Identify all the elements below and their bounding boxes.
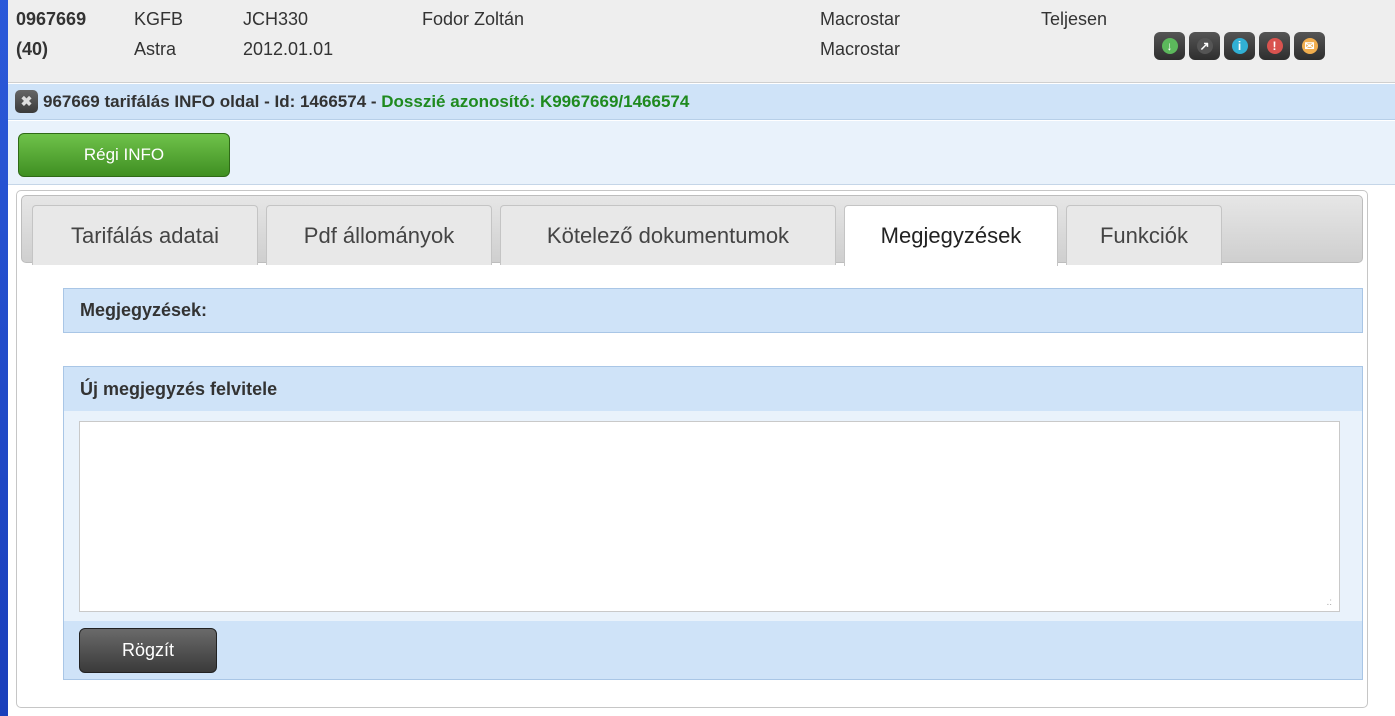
header-icon-toolbar: ↓ ↗ i! ✉: [1154, 32, 1325, 60]
product-type: KGFB: [134, 9, 184, 29]
alert-icon: !: [1266, 38, 1283, 54]
old-info-button[interactable]: Régi INFO: [18, 133, 230, 177]
tab-bar: Tarifálás adatai Pdf állományok Kötelező…: [21, 195, 1363, 266]
client-name: Fodor Zoltán: [422, 9, 525, 29]
page-title: 967669 tarifálás INFO oldal - Id: 146657…: [43, 91, 382, 111]
alert-button[interactable]: !: [1259, 32, 1290, 60]
agent-name-1: Macrostar: [820, 9, 901, 29]
external-link-icon: ↗: [1196, 38, 1213, 54]
tab-pdf-files[interactable]: Pdf állományok: [266, 205, 492, 265]
resize-handle-icon[interactable]: .:: [1326, 597, 1332, 608]
dossier-id: Dosszié azonosító: K9967669/1466574: [381, 91, 690, 111]
agent-name-2: Macrostar: [820, 39, 901, 59]
tab-mandatory-documents[interactable]: Kötelező dokumentumok: [500, 205, 836, 265]
plate-number: JCH330: [243, 9, 309, 29]
tab-tariff-data[interactable]: Tarifálás adatai: [32, 205, 258, 265]
status-text: Teljesen: [1041, 9, 1108, 29]
page-title-bar: ✖ 967669 tarifálás INFO oldal - Id: 1466…: [8, 84, 1395, 120]
policy-number: 0967669: [16, 9, 87, 29]
vehicle-make: Astra: [134, 39, 177, 59]
info-button[interactable]: i: [1224, 32, 1255, 60]
download-button[interactable]: ↓: [1154, 32, 1185, 60]
app-frame: 0967669 (40) KGFB Astra JCH330 2012.01.0…: [8, 0, 1395, 716]
notes-section-header: Megjegyzések:: [63, 288, 1363, 333]
start-date: 2012.01.01: [243, 39, 334, 59]
action-bar: Régi INFO: [8, 121, 1395, 185]
close-icon[interactable]: ✖: [15, 90, 38, 113]
info-icon: i: [1231, 38, 1248, 54]
tab-notes[interactable]: Megjegyzések: [844, 205, 1058, 266]
note-textarea[interactable]: [79, 421, 1340, 612]
tabs-panel: Tarifálás adatai Pdf állományok Kötelező…: [16, 190, 1368, 708]
tab-functions[interactable]: Funkciók: [1066, 205, 1222, 265]
external-link-button[interactable]: ↗: [1189, 32, 1220, 60]
record-header: 0967669 (40) KGFB Astra JCH330 2012.01.0…: [8, 0, 1395, 83]
policy-count: (40): [16, 39, 49, 59]
mail-icon: ✉: [1301, 38, 1318, 54]
new-note-form: Új megjegyzés felvitele .: Rögzít: [63, 366, 1363, 680]
new-note-title: Új megjegyzés felvitele: [80, 379, 278, 399]
save-note-button[interactable]: Rögzít: [79, 628, 217, 673]
download-icon: ↓: [1161, 38, 1178, 54]
mail-button[interactable]: ✉: [1294, 32, 1325, 60]
new-note-body: .:: [64, 411, 1362, 621]
